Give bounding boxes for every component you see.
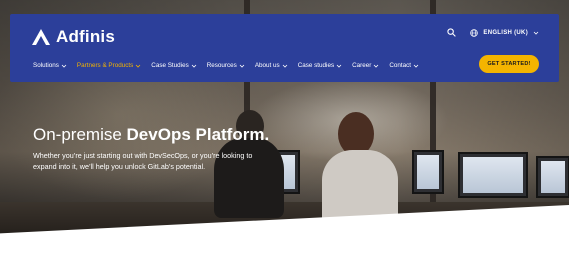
globe-icon (470, 28, 479, 37)
chevron-down-icon (191, 64, 197, 68)
headline-light: On-premise (33, 125, 127, 144)
hero-headline: On-premise DevOps Platform. (33, 125, 269, 145)
hero-description: Whether you’re just starting out with De… (33, 151, 253, 171)
chevron-down-icon (374, 64, 379, 68)
monitor (412, 150, 444, 194)
header-utilities: ENGLISH (UK) (447, 28, 539, 37)
chevron-down-icon (533, 31, 539, 35)
chevron-down-icon (239, 64, 245, 68)
nav-item-case-studies-2[interactable]: Case studies (298, 62, 342, 69)
chevron-down-icon (135, 64, 141, 68)
chevron-down-icon (61, 64, 67, 68)
gitlab-wordmark: GitLab (514, 240, 559, 256)
nav-item-contact[interactable]: Contact (389, 62, 419, 69)
nav-item-career[interactable]: Career (352, 62, 379, 69)
chevron-down-icon (336, 64, 342, 68)
language-selector[interactable]: ENGLISH (UK) (470, 28, 539, 37)
search-icon[interactable] (447, 28, 457, 37)
main-menu: Solutions Partners & Products Case Studi… (33, 62, 419, 69)
person-body (322, 150, 398, 225)
gitlab-logo: GitLab (496, 240, 559, 256)
adfinis-logo-icon (32, 29, 50, 45)
brand-logo[interactable]: Adfinis (32, 26, 115, 48)
headline-bold: DevOps Platform. (126, 125, 270, 144)
nav-item-case-studies[interactable]: Case Studies (151, 62, 197, 69)
nav-item-solutions[interactable]: Solutions (33, 62, 67, 69)
nav-item-partners-products[interactable]: Partners & Products (77, 62, 141, 69)
monitor (536, 156, 569, 198)
chevron-down-icon (282, 64, 287, 68)
nav-item-resources[interactable]: Resources (207, 62, 245, 69)
nav-item-about-us[interactable]: About us (255, 62, 288, 69)
chevron-down-icon (413, 64, 419, 68)
site-header: Adfinis ENGLISH (UK) Solutions Partners … (10, 14, 559, 82)
monitor (458, 152, 528, 198)
language-label: ENGLISH (UK) (483, 29, 528, 36)
gitlab-fox-icon (496, 242, 511, 255)
get-started-button[interactable]: GET STARTED! (479, 55, 539, 73)
brand-name: Adfinis (56, 27, 116, 46)
